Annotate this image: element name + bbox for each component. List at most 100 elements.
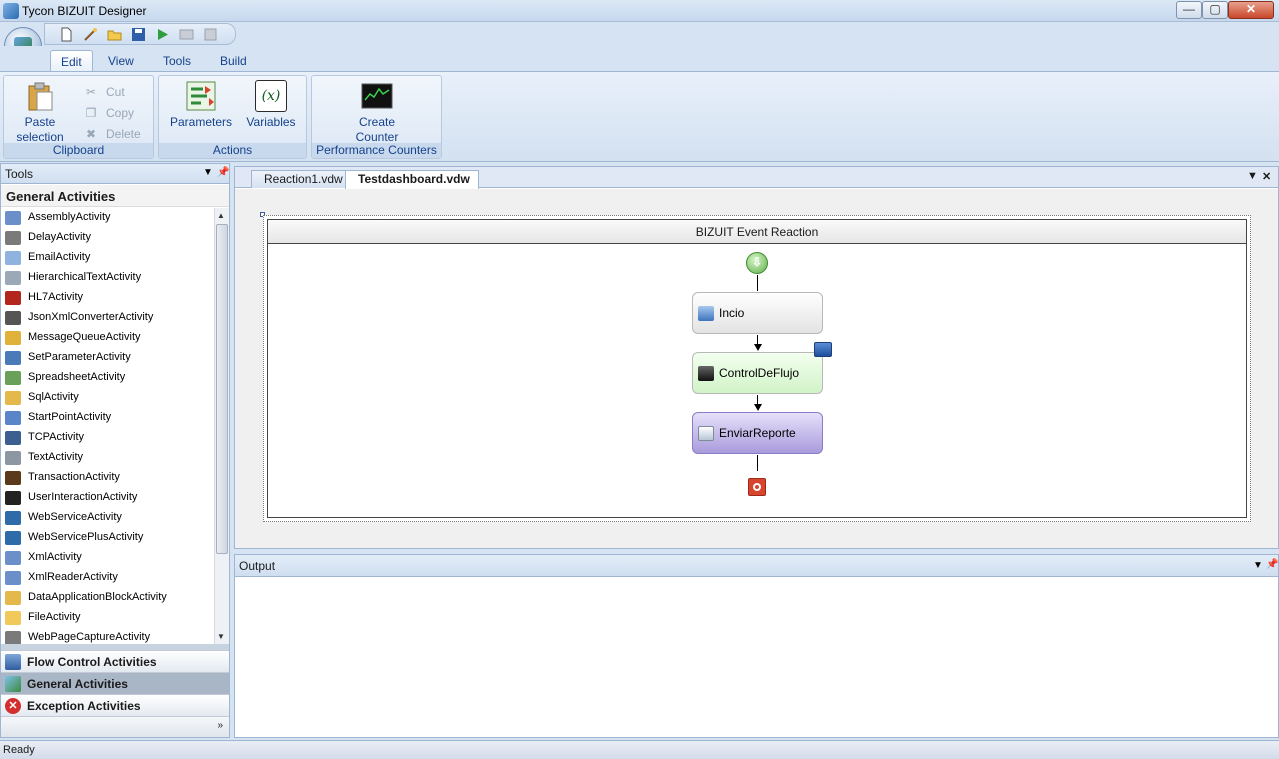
workflow-design-surface[interactable]: BIZUIT Event Reaction ⇩ Incio ControlDeF… — [235, 189, 1278, 548]
pane-dropdown-icon[interactable]: ▼ — [1253, 560, 1263, 571]
tab-testdashboard[interactable]: Testdashboard.vdw — [345, 170, 479, 189]
list-item[interactable]: WebServicePlusActivity — [1, 528, 213, 548]
activity-node-incio[interactable]: Incio — [692, 292, 823, 334]
activity-label: SqlActivity — [28, 391, 79, 403]
list-item[interactable]: EmailActivity — [1, 248, 213, 268]
create-counter-button[interactable]: Create Counter — [342, 80, 412, 145]
list-item[interactable]: XmlActivity — [1, 548, 213, 568]
clipboard-group-label: Clipboard — [4, 143, 153, 158]
scroll-down-icon[interactable]: ▼ — [217, 632, 225, 641]
tab-reaction1[interactable]: Reaction1.vdw — [251, 170, 352, 188]
document-tab-bar: Reaction1.vdw Testdashboard.vdw ▼ ✕ — [235, 167, 1278, 189]
deploy-icon[interactable] — [203, 27, 218, 42]
list-item[interactable]: TextActivity — [1, 448, 213, 468]
copy-icon: ❐ — [85, 106, 97, 120]
list-item[interactable]: JsonXmlConverterActivity — [1, 308, 213, 328]
close-document-icon[interactable]: ✕ — [1262, 170, 1271, 183]
save-icon[interactable] — [131, 27, 146, 42]
activity-node-enviarreporte[interactable]: EnviarReporte — [692, 412, 823, 454]
list-item[interactable]: FileActivity — [1, 608, 213, 628]
title-bar: Tycon BIZUIT Designer — ▢ ✕ — [0, 0, 1279, 22]
cut-button[interactable]: ✂ Cut — [84, 82, 125, 102]
app-icon — [3, 3, 19, 19]
new-file-icon[interactable] — [59, 27, 74, 42]
start-activity-icon — [698, 306, 714, 321]
event-reaction-title: BIZUIT Event Reaction — [268, 220, 1246, 244]
event-reaction-frame: BIZUIT Event Reaction ⇩ Incio ControlDeF… — [267, 219, 1247, 518]
list-item[interactable]: StartPointActivity — [1, 408, 213, 428]
activity-node-controldeflujo[interactable]: ControlDeFlujo — [692, 352, 823, 394]
list-item[interactable]: DelayActivity — [1, 228, 213, 248]
delete-icon: ✖ — [85, 127, 97, 141]
list-item[interactable]: HierarchicalTextActivity — [1, 268, 213, 288]
activity-list-scrollbar[interactable]: ▲ ▼ — [214, 208, 229, 644]
activity-icon — [5, 311, 21, 325]
open-folder-icon[interactable] — [107, 27, 122, 42]
paste-selection-button[interactable]: Paste selection — [10, 80, 70, 145]
variables-button[interactable]: (x) Variables — [239, 80, 303, 130]
flow-control-icon — [5, 654, 21, 670]
output-text-area[interactable] — [235, 578, 1278, 737]
list-item[interactable]: SqlActivity — [1, 388, 213, 408]
pane-dropdown-icon[interactable]: ▼ — [203, 167, 213, 178]
activity-label: XmlReaderActivity — [28, 571, 118, 583]
category-general-activities[interactable]: General Activities — [1, 672, 229, 694]
list-item[interactable]: WebPageCaptureActivity — [1, 628, 213, 644]
list-item[interactable]: HL7Activity — [1, 288, 213, 308]
minimize-button[interactable]: — — [1176, 1, 1202, 19]
paste-label-line1: Paste — [24, 115, 56, 129]
event-reaction-container[interactable]: BIZUIT Event Reaction ⇩ Incio ControlDeF… — [263, 215, 1251, 522]
tab-tools[interactable]: Tools — [153, 50, 201, 72]
activity-icon — [5, 371, 21, 385]
activity-icon — [5, 531, 21, 545]
output-panel-title: Output — [239, 559, 276, 573]
activity-icon — [5, 271, 21, 285]
activity-label: DataApplicationBlockActivity — [28, 591, 167, 603]
list-item[interactable]: SpreadsheetActivity — [1, 368, 213, 388]
build-icon[interactable] — [179, 27, 194, 42]
category-exception[interactable]: ✕ Exception Activities — [1, 694, 229, 716]
list-item[interactable]: TCPActivity — [1, 428, 213, 448]
connector-line — [757, 275, 758, 291]
wand-icon[interactable] — [83, 27, 98, 42]
copy-button[interactable]: ❐ Copy — [84, 103, 134, 123]
pin-icon[interactable]: 📌 — [217, 167, 229, 178]
close-button[interactable]: ✕ — [1228, 1, 1274, 19]
performance-counters-group: Create Counter Performance Counters — [311, 75, 442, 159]
list-item[interactable]: UserInteractionActivity — [1, 488, 213, 508]
list-item[interactable]: XmlReaderActivity — [1, 568, 213, 588]
list-item[interactable]: WebServiceActivity — [1, 508, 213, 528]
list-item[interactable]: DataApplicationBlockActivity — [1, 588, 213, 608]
parameters-button[interactable]: Parameters — [167, 80, 235, 130]
category-flow-control[interactable]: Flow Control Activities — [1, 650, 229, 672]
pin-icon[interactable]: 📌 — [1266, 559, 1278, 570]
actions-group: Parameters (x) Variables Actions — [158, 75, 307, 159]
scissors-icon: ✂ — [85, 85, 97, 99]
activity-label: TextActivity — [28, 451, 84, 463]
node-label: ControlDeFlujo — [719, 366, 800, 380]
list-item[interactable]: AssemblyActivity — [1, 208, 213, 228]
delete-button[interactable]: ✖ Delete — [84, 124, 141, 144]
list-item[interactable]: SetParameterActivity — [1, 348, 213, 368]
scroll-thumb[interactable] — [216, 224, 228, 554]
list-item[interactable]: MessageQueueActivity — [1, 328, 213, 348]
maximize-button[interactable]: ▢ — [1202, 1, 1228, 19]
run-icon[interactable] — [155, 27, 170, 42]
end-point-icon[interactable] — [748, 478, 766, 496]
tab-edit[interactable]: Edit — [50, 50, 93, 72]
activity-label: XmlActivity — [28, 551, 82, 563]
tab-build[interactable]: Build — [210, 50, 257, 72]
scroll-up-icon[interactable]: ▲ — [217, 211, 225, 220]
ribbon: Paste selection ✂ Cut ❐ Copy ✖ Delete Clipb… — [0, 71, 1279, 162]
activity-icon — [5, 211, 21, 225]
list-item[interactable]: TransactionActivity — [1, 468, 213, 488]
monitor-icon — [814, 342, 832, 357]
start-point-icon[interactable]: ⇩ — [746, 252, 768, 274]
activity-label: StartPointActivity — [28, 411, 112, 423]
activity-label: EmailActivity — [28, 251, 91, 263]
connector-arrow — [754, 344, 762, 351]
delete-label: Delete — [106, 127, 141, 141]
tab-view[interactable]: View — [98, 50, 144, 72]
more-categories-button[interactable]: » — [1, 716, 229, 737]
tab-list-dropdown-icon[interactable]: ▼ — [1247, 170, 1258, 182]
